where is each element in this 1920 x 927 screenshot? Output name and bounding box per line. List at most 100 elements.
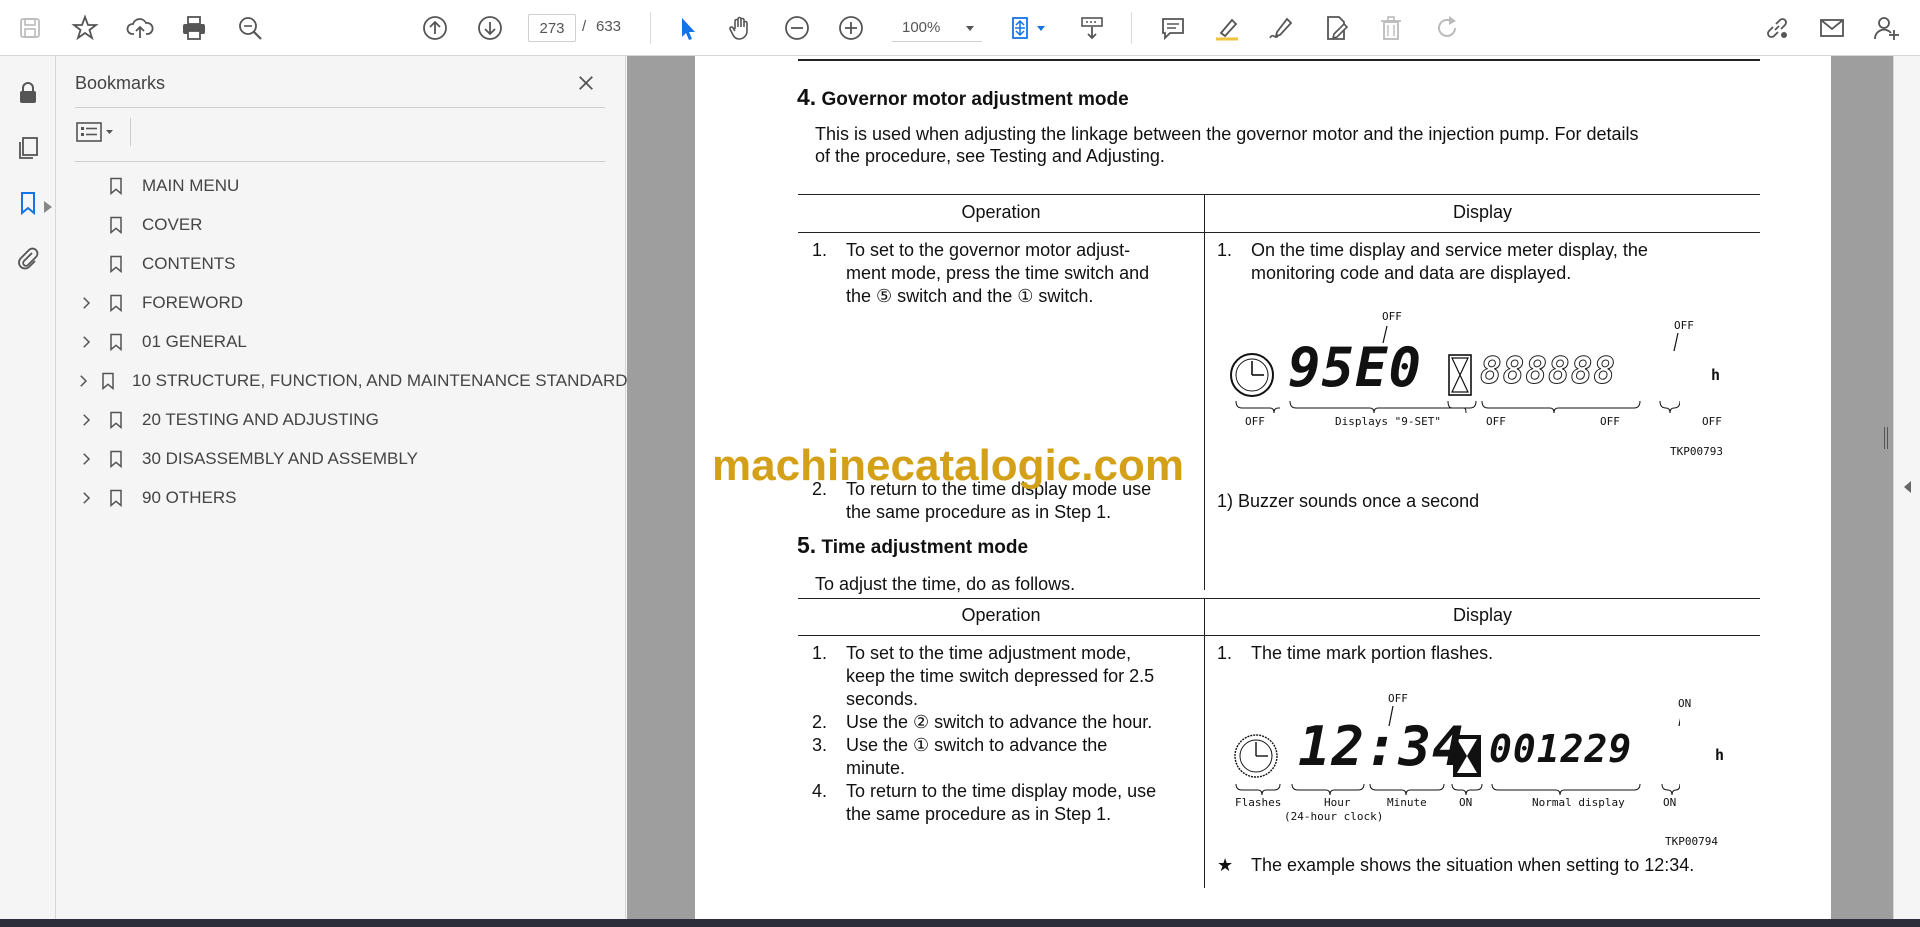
user-account-icon[interactable] bbox=[1867, 9, 1905, 47]
left-navigation-rail bbox=[0, 56, 56, 919]
bookmark-options-button[interactable] bbox=[75, 116, 123, 148]
fig-label-off: OFF bbox=[1245, 415, 1265, 428]
step-text: ment mode, press the time switch and bbox=[846, 263, 1150, 283]
bookmark-item[interactable]: MAIN MENU bbox=[66, 168, 621, 204]
bookmark-icon bbox=[98, 369, 118, 393]
expand-right-panel-icon[interactable] bbox=[1904, 481, 1911, 493]
fig-label-off: OFF bbox=[1486, 415, 1506, 428]
section-5-display-header: Display bbox=[1452, 605, 1513, 625]
section-4-display-note: 1) Buzzer sounds once a second bbox=[1217, 491, 1480, 511]
edit-document-icon[interactable] bbox=[1317, 9, 1355, 47]
step-number: 4. bbox=[812, 781, 828, 801]
share-link-icon[interactable] bbox=[1758, 9, 1796, 47]
bookmark-item[interactable]: 10 STRUCTURE, FUNCTION, AND MAINTENANCE … bbox=[66, 363, 628, 399]
zoom-level-dropdown[interactable]: 100% bbox=[892, 14, 982, 42]
chevron-right-icon[interactable] bbox=[74, 330, 98, 354]
highlight-pen-icon[interactable] bbox=[1208, 9, 1246, 47]
top-toolbar: / 633 100% bbox=[0, 0, 1920, 56]
table-rule bbox=[798, 194, 1760, 195]
select-cursor-icon[interactable] bbox=[668, 9, 706, 47]
attachment-paperclip-icon[interactable] bbox=[9, 239, 47, 277]
bookmark-item[interactable]: 20 TESTING AND ADJUSTING bbox=[66, 402, 621, 438]
chevron-right-icon[interactable] bbox=[74, 486, 98, 510]
bookmark-panel-icon[interactable] bbox=[9, 184, 47, 222]
bookmark-icon bbox=[104, 408, 128, 432]
star-icon[interactable] bbox=[66, 9, 104, 47]
step-text: On the time display and service meter di… bbox=[1251, 240, 1648, 260]
page-number-input[interactable] bbox=[528, 14, 576, 42]
bookmark-label: 01 GENERAL bbox=[142, 332, 247, 351]
print-icon[interactable] bbox=[175, 9, 213, 47]
bookmark-item[interactable]: 01 GENERAL bbox=[66, 324, 621, 360]
section-5-operation-header: Operation bbox=[961, 605, 1041, 625]
bookmark-label: CONTENTS bbox=[142, 254, 236, 273]
zoom-out-icon[interactable] bbox=[778, 9, 816, 47]
bookmark-label: 10 STRUCTURE, FUNCTION, AND MAINTENANCE … bbox=[132, 371, 628, 390]
zoom-in-icon[interactable] bbox=[832, 9, 870, 47]
expander-placeholder bbox=[74, 252, 98, 276]
scrollbar-grip[interactable] bbox=[1884, 427, 1888, 449]
section-4-intro-line1: This is used when adjusting the linkage … bbox=[815, 124, 1639, 144]
bookmark-icon bbox=[104, 447, 128, 471]
hand-tool-icon[interactable] bbox=[722, 9, 760, 47]
bookmark-label: 90 OTHERS bbox=[142, 488, 237, 507]
section-4-title: Governor motor adjustment mode bbox=[821, 89, 1129, 110]
bookmark-label: FOREWORD bbox=[142, 293, 244, 312]
options-list-icon bbox=[76, 122, 113, 142]
panel-divider bbox=[75, 161, 605, 162]
fit-dropdown-chevron-icon[interactable] bbox=[1034, 9, 1048, 47]
comment-icon[interactable] bbox=[1154, 9, 1192, 47]
bookmarks-panel-title: Bookmarks bbox=[75, 73, 166, 93]
bookmark-label: 30 DISASSEMBLY AND ASSEMBLY bbox=[142, 449, 418, 468]
fig-label-hour: Hour bbox=[1324, 796, 1351, 809]
redo-rotate-icon[interactable] bbox=[1428, 9, 1466, 47]
bookmark-item[interactable]: 90 OTHERS bbox=[66, 480, 621, 516]
section-4-intro: This is used when adjusting the linkage … bbox=[815, 123, 1775, 167]
lock-icon[interactable] bbox=[9, 74, 47, 112]
step-number: 1. bbox=[812, 240, 828, 260]
bookmark-item[interactable]: 30 DISASSEMBLY AND ASSEMBLY bbox=[66, 441, 621, 477]
email-envelope-icon[interactable] bbox=[1813, 9, 1851, 47]
bookmark-item[interactable]: CONTENTS bbox=[66, 246, 621, 282]
lcd-unit-h: h bbox=[1715, 746, 1725, 764]
step-text: the same procedure as in Step 1. bbox=[846, 502, 1112, 522]
chevron-right-icon[interactable] bbox=[74, 408, 98, 432]
chevron-down-icon bbox=[966, 26, 974, 31]
panel-divider bbox=[75, 107, 605, 108]
section-4-number: 4. bbox=[797, 84, 817, 110]
table-rule bbox=[798, 635, 1760, 636]
bookmark-item[interactable]: COVER bbox=[66, 207, 621, 243]
chevron-right-icon[interactable] bbox=[74, 447, 98, 471]
chevron-right-icon[interactable] bbox=[74, 369, 92, 393]
taskbar-strip bbox=[0, 919, 1920, 927]
bookmark-label: MAIN MENU bbox=[142, 176, 240, 195]
section-5-number: 5. bbox=[797, 532, 817, 558]
zoom-search-icon[interactable] bbox=[231, 9, 269, 47]
draw-signature-icon[interactable] bbox=[1262, 9, 1300, 47]
close-icon[interactable] bbox=[571, 68, 601, 98]
page-thumbnails-icon[interactable] bbox=[9, 129, 47, 167]
fig-label-off: OFF bbox=[1702, 415, 1722, 428]
step-text: the same procedure as in Step 1. bbox=[846, 804, 1112, 824]
step-text: keep the time switch depressed for 2.5 bbox=[846, 666, 1155, 686]
bookmark-item[interactable]: FOREWORD bbox=[66, 285, 621, 321]
lcd-digits-code: 95E0 bbox=[1288, 336, 1423, 399]
save-icon[interactable] bbox=[11, 9, 49, 47]
upload-cloud-icon[interactable] bbox=[121, 9, 159, 47]
fig-label-off: OFF bbox=[1600, 415, 1620, 428]
lcd-digits-meter: 888888 bbox=[1479, 351, 1617, 392]
step-text: The example shows the situation when set… bbox=[1251, 855, 1695, 875]
next-page-icon[interactable] bbox=[471, 9, 509, 47]
expander-placeholder bbox=[74, 213, 98, 237]
table-column-divider bbox=[1204, 598, 1205, 888]
delete-trash-icon[interactable] bbox=[1372, 9, 1410, 47]
star-icon: ★ bbox=[1217, 855, 1234, 875]
scroll-mode-icon[interactable] bbox=[1073, 9, 1111, 47]
table-rule bbox=[798, 598, 1760, 599]
page-top-rule bbox=[798, 59, 1760, 61]
bookmark-icon bbox=[104, 330, 128, 354]
chevron-right-icon[interactable] bbox=[74, 291, 98, 315]
previous-page-icon[interactable] bbox=[416, 9, 454, 47]
fig-label-displays: Displays "9-SET" bbox=[1335, 415, 1441, 428]
figure-code: TKP00793 bbox=[1670, 445, 1723, 458]
